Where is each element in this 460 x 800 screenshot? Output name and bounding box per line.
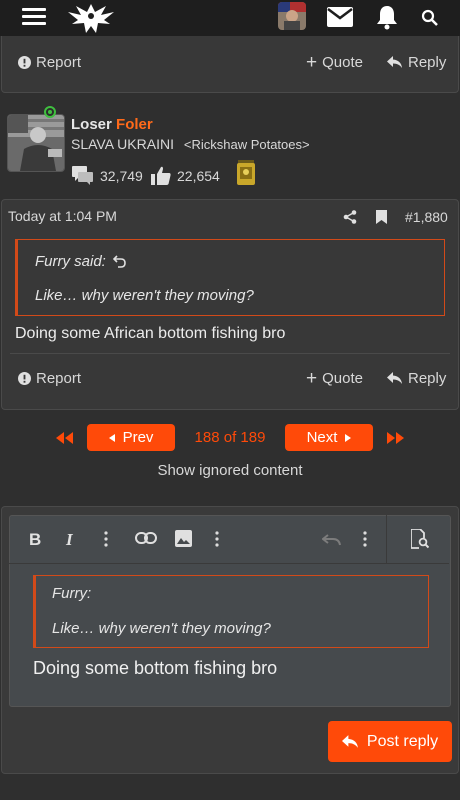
- next-page-button[interactable]: Next: [285, 424, 373, 451]
- post-report-link[interactable]: Report: [18, 370, 81, 387]
- more-insert-options-icon[interactable]: [215, 531, 219, 552]
- post-reply-button[interactable]: Post reply: [328, 721, 452, 762]
- post-body: Doing some African bottom fishing bro: [15, 325, 286, 342]
- image-icon[interactable]: [175, 530, 192, 552]
- thumbs-up-icon: [151, 166, 171, 185]
- prev-page-button[interactable]: Prev: [87, 424, 175, 451]
- quote-link[interactable]: + Quote: [306, 52, 363, 73]
- undo-icon[interactable]: [321, 533, 341, 551]
- user-title: SLAVA UKRAINI: [71, 136, 174, 152]
- message-count-value: 32,749: [100, 168, 143, 184]
- report-link[interactable]: Report: [18, 54, 81, 71]
- reply-icon: [387, 372, 402, 384]
- report-label: Report: [36, 54, 82, 71]
- mail-icon[interactable]: [326, 6, 354, 28]
- username-first: Loser: [71, 116, 112, 133]
- editor-toolbar: [9, 515, 449, 564]
- show-ignored-link[interactable]: Show ignored content: [0, 462, 460, 479]
- plus-icon: +: [306, 52, 318, 73]
- message-count: 32,749: [72, 166, 143, 186]
- quote-author-link[interactable]: Furry said:: [35, 253, 126, 270]
- more-text-options-icon[interactable]: [104, 531, 108, 552]
- post-timestamp[interactable]: Today at 1:04 PM: [8, 208, 117, 224]
- messages-icon: [72, 166, 93, 185]
- alert-icon: [18, 372, 31, 385]
- post-reply-link[interactable]: Reply: [387, 370, 446, 387]
- chevron-right-icon: [345, 433, 352, 442]
- first-page-icon[interactable]: [56, 431, 74, 449]
- quote-label: Quote: [322, 370, 363, 387]
- jump-to-quote-icon: [112, 255, 126, 268]
- phoenix-logo[interactable]: [64, 0, 118, 36]
- plus-icon: +: [306, 368, 318, 389]
- quote-text: Like… why weren't they moving?: [35, 287, 254, 304]
- post-number[interactable]: #1,880: [405, 209, 448, 225]
- reply-icon: [387, 56, 402, 68]
- editor-quote-text: Like… why weren't they moving?: [52, 620, 271, 637]
- more-options-icon[interactable]: [363, 531, 367, 552]
- quote-author: Furry said:: [35, 253, 106, 270]
- next-label: Next: [306, 429, 338, 446]
- reaction-count: 22,654: [151, 166, 220, 186]
- last-page-icon[interactable]: [386, 431, 404, 449]
- user-avatar[interactable]: [7, 114, 65, 172]
- report-label: Report: [36, 370, 82, 387]
- reply-label: Reply: [408, 370, 447, 387]
- quote-label: Quote: [322, 54, 363, 71]
- editor-quote-block: Furry: Like… why weren't they moving?: [33, 575, 429, 648]
- prev-label: Prev: [122, 429, 154, 446]
- bold-button[interactable]: B: [29, 530, 41, 550]
- bell-icon[interactable]: [374, 4, 400, 30]
- username[interactable]: Loser Foler: [71, 116, 153, 133]
- post-quote-block: Furry said: Like… why weren't they movin…: [15, 239, 445, 316]
- reply-label: Reply: [408, 54, 447, 71]
- post-reply-label: Post reply: [366, 732, 439, 750]
- alert-icon: [18, 56, 31, 69]
- chevron-left-icon: [108, 433, 115, 442]
- reply-icon: [341, 734, 358, 748]
- link-icon[interactable]: [135, 531, 157, 550]
- share-icon[interactable]: [343, 210, 357, 229]
- search-icon[interactable]: [420, 8, 440, 28]
- user-title-line: SLAVA UKRAINI <Rickshaw Potatoes>: [71, 136, 310, 152]
- post-quote-link[interactable]: + Quote: [306, 368, 363, 389]
- hamburger-icon[interactable]: [22, 8, 46, 26]
- italic-button[interactable]: I: [66, 530, 73, 550]
- post-divider: [10, 353, 450, 354]
- page-indicator[interactable]: 188 of 189: [186, 429, 274, 446]
- editor-text[interactable]: Doing some bottom fishing bro: [33, 658, 277, 679]
- reply-link[interactable]: Reply: [387, 54, 446, 71]
- user-avatar-top[interactable]: [278, 2, 306, 30]
- online-status-icon: [44, 106, 56, 118]
- preview-toggle[interactable]: [386, 515, 450, 563]
- bookmark-icon[interactable]: [376, 210, 387, 229]
- preview-icon: [411, 529, 429, 549]
- user-tagline: <Rickshaw Potatoes>: [183, 137, 310, 152]
- username-last: Foler: [116, 116, 153, 133]
- trophy-badge-icon[interactable]: [236, 159, 256, 192]
- reaction-count-value: 22,654: [177, 168, 220, 184]
- editor-quote-author: Furry:: [52, 585, 92, 602]
